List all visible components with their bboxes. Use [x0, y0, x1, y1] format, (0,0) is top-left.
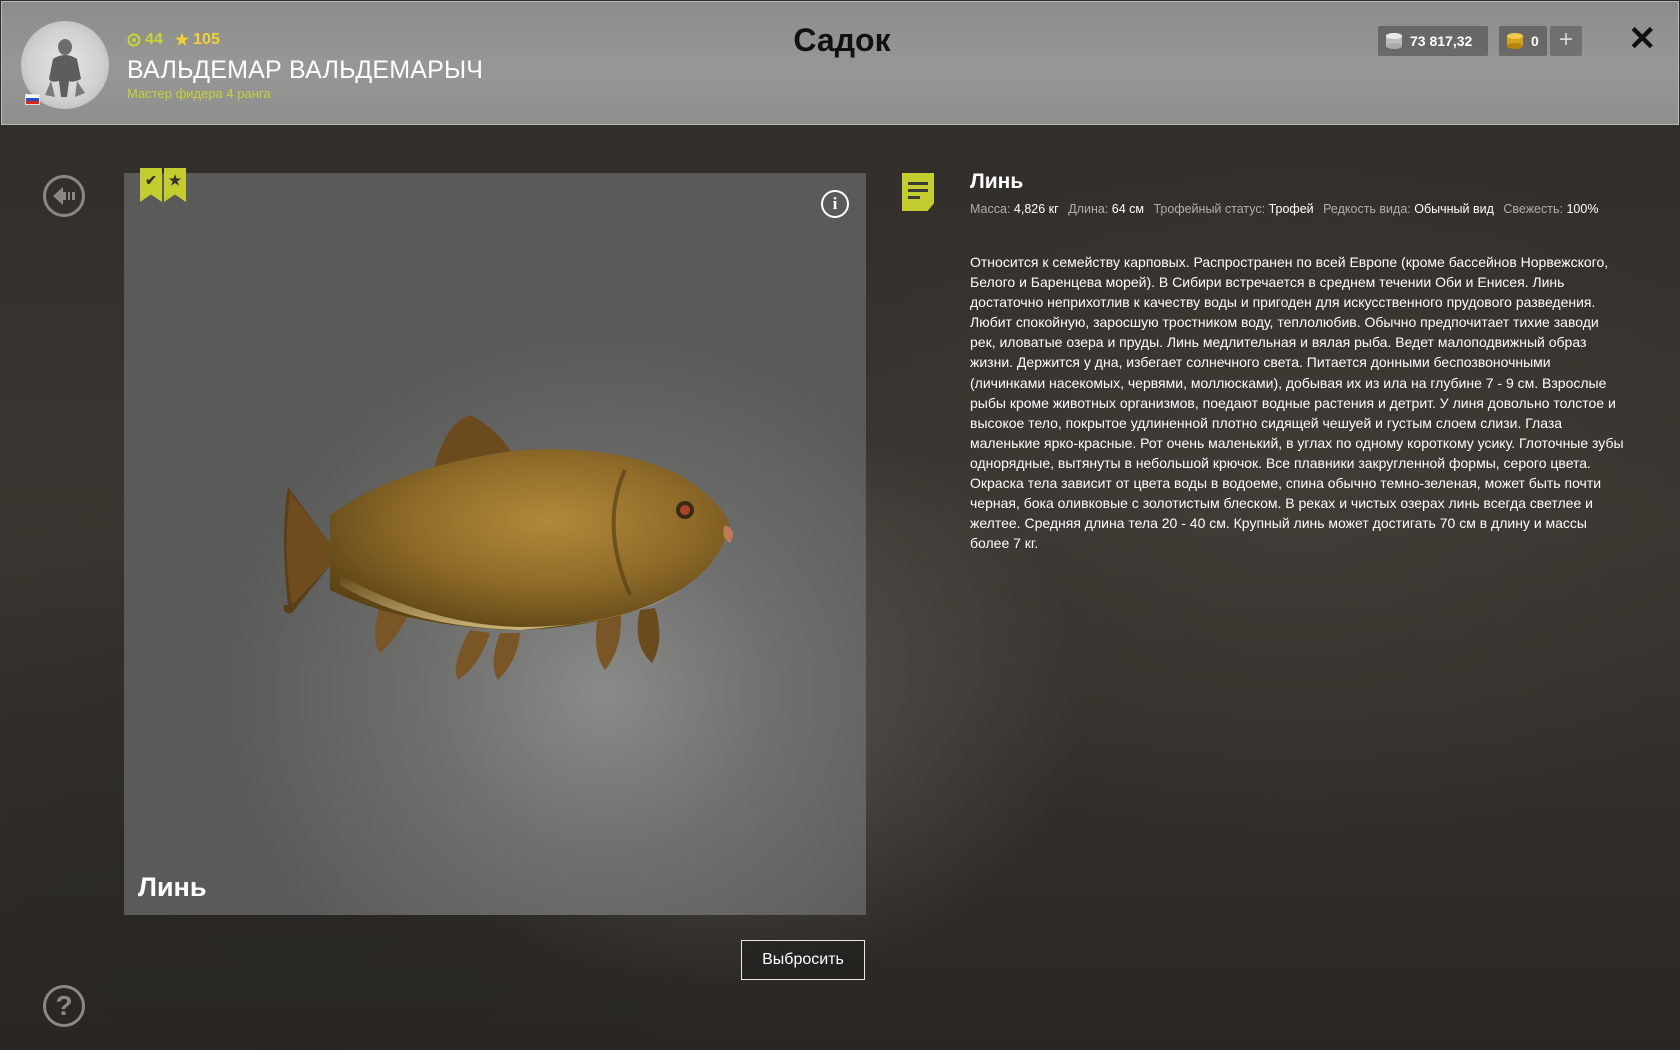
- fish-badges: ✔ ★: [140, 168, 186, 202]
- check-badge-icon: ✔: [140, 168, 162, 202]
- star-badge-icon: ★: [164, 168, 186, 202]
- length-value: 64 см: [1111, 202, 1144, 216]
- level-value: 44: [145, 31, 163, 48]
- trophy-value: Трофей: [1268, 202, 1314, 216]
- fish-caption: Линь: [138, 872, 207, 902]
- header-bar: 44 ★ 105 ВАЛЬДЕМАР ВАЛЬДЕМАРЫЧ Мастер фи…: [1, 1, 1679, 125]
- back-arrow-icon: [53, 187, 75, 205]
- gold-balance: 0: [1499, 26, 1547, 56]
- close-button[interactable]: ✕: [1628, 22, 1657, 56]
- rarity-value: Обычный вид: [1414, 202, 1494, 216]
- silver-balance: 73 817,32: [1378, 26, 1488, 56]
- fish-meta: Масса: 4,826 кг Длина: 64 см Трофейный с…: [970, 202, 1604, 216]
- rating-value: 105: [193, 31, 220, 48]
- add-currency-button[interactable]: +: [1550, 26, 1582, 56]
- gold-coins-icon: [1507, 33, 1523, 49]
- level-stat: 44: [127, 31, 163, 49]
- mass-value: 4,826 кг: [1013, 202, 1059, 216]
- info-icon[interactable]: i: [821, 190, 849, 218]
- rating-stat: ★ 105: [175, 30, 220, 50]
- help-icon: ?: [55, 990, 73, 1021]
- fish-image[interactable]: [280, 405, 770, 695]
- star-icon: ★: [174, 32, 190, 49]
- player-stats: 44 ★ 105: [127, 30, 220, 50]
- page-title: Садок: [793, 22, 891, 58]
- country-flag-icon: [25, 94, 40, 105]
- length-label: Длина:: [1068, 202, 1109, 216]
- mass-label: Масса:: [970, 202, 1011, 216]
- fish-name: Линь: [970, 170, 1024, 193]
- gold-value: 0: [1531, 33, 1539, 49]
- silver-value: 73 817,32: [1410, 33, 1473, 49]
- fish-description: Относится к семейству карповых. Распрост…: [970, 254, 1624, 552]
- discard-button[interactable]: Выбросить: [741, 940, 865, 980]
- freshness-label: Свежесть:: [1503, 202, 1563, 216]
- trophy-label: Трофейный статус:: [1153, 202, 1266, 216]
- level-icon: [127, 33, 141, 47]
- document-icon[interactable]: [902, 173, 934, 211]
- player-name: ВАЛЬДЕМАР ВАЛЬДЕМАРЫЧ: [127, 56, 484, 84]
- back-button[interactable]: [43, 175, 85, 217]
- player-title: Мастер фидера 4 ранга: [127, 86, 271, 101]
- help-button[interactable]: ?: [43, 985, 85, 1027]
- rarity-label: Редкость вида:: [1323, 202, 1411, 216]
- freshness-value: 100%: [1566, 202, 1599, 216]
- silver-coins-icon: [1386, 33, 1402, 49]
